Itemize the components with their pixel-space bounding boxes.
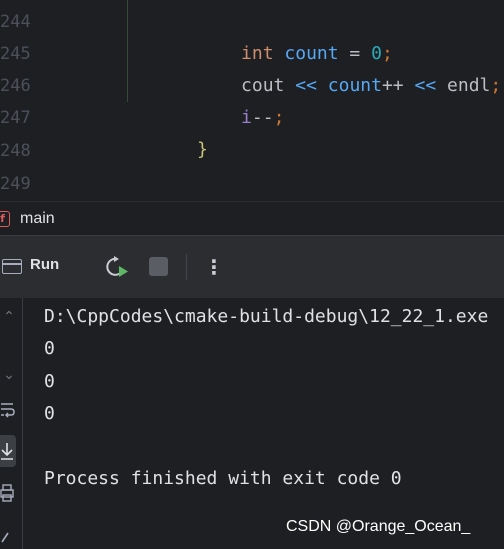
rerun-icon[interactable]: [103, 256, 129, 278]
run-console[interactable]: ⌃ ⌄ D:\CppCodes\cmake-build-debug\12_22_…: [0, 298, 504, 549]
line-number: 244: [0, 12, 31, 32]
line-number: 246: [0, 76, 31, 96]
run-toolbar: Run ⋮: [0, 235, 504, 299]
code-line[interactable]: 245 cout << count++ << endl;: [0, 38, 504, 96]
code-line[interactable]: 244 int count = 0;: [0, 6, 504, 64]
console-output-line: 0: [44, 403, 55, 424]
breadcrumb[interactable]: f main: [0, 201, 504, 235]
breadcrumb-function-main[interactable]: main: [20, 210, 55, 228]
run-window-icon: [2, 259, 22, 274]
run-tab-label[interactable]: Run: [30, 256, 59, 273]
soft-wrap-icon[interactable]: [0, 401, 16, 419]
console-output-line: D:\CppCodes\cmake-build-debug\12_22_1.ex…: [44, 306, 489, 327]
scroll-up-icon[interactable]: ⌃: [0, 308, 18, 326]
code-editor[interactable]: 244 int count = 0; 245 cout << count++ <…: [0, 0, 504, 226]
line-number: 249: [0, 174, 31, 194]
code-line[interactable]: 248: [0, 135, 504, 167]
more-options-icon[interactable]: ⋮: [204, 251, 224, 283]
console-output-line: 0: [44, 338, 55, 359]
stop-icon[interactable]: [149, 257, 168, 276]
line-number: 248: [0, 141, 31, 161]
scroll-to-end-icon[interactable]: [0, 442, 14, 460]
watermark: CSDN @Orange_Ocean_: [286, 518, 471, 535]
toolbar-divider: [186, 254, 187, 280]
line-number: 247: [0, 108, 31, 128]
function-icon: f: [0, 210, 10, 227]
scroll-down-icon[interactable]: ⌄: [0, 366, 18, 384]
print-icon[interactable]: [0, 484, 14, 502]
clear-console-icon[interactable]: [0, 530, 14, 544]
console-output-line: Process finished with exit code 0: [44, 468, 402, 489]
console-gutter: ⌃ ⌄: [0, 298, 23, 549]
line-number: 245: [0, 44, 31, 64]
code-line[interactable]: 249 return 0;: [0, 168, 504, 226]
console-output-line: 0: [44, 371, 55, 392]
code-line[interactable]: 247 }: [0, 102, 504, 160]
code-line[interactable]: 246 i--;: [0, 70, 504, 128]
